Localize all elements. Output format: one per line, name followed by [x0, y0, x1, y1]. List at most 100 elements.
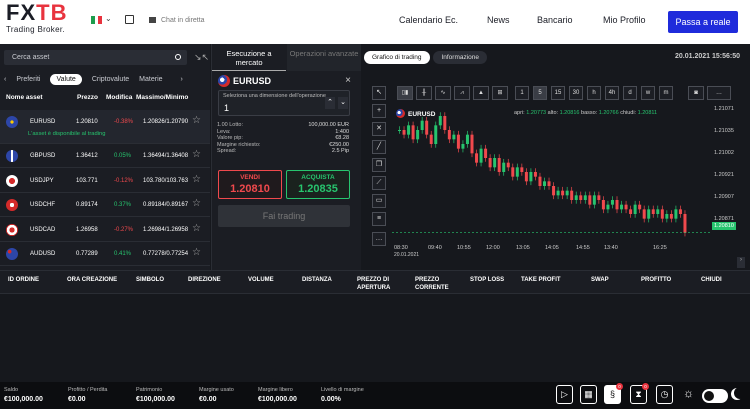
search-input[interactable]: Cerca asset — [4, 50, 187, 65]
history-icon[interactable]: ◷ — [656, 385, 673, 404]
asset-row[interactable]: USDJPY 103.771 -0.12% 103.780/103.763 ☆ — [0, 169, 210, 193]
calculator-icon[interactable]: ▦ — [580, 385, 597, 404]
more-options-icon[interactable]: … — [707, 86, 731, 100]
go-live-button[interactable]: Passa a reale — [668, 11, 738, 33]
italy-flag-icon[interactable] — [91, 16, 103, 24]
logo[interactable]: FXTB Trading Broker. — [6, 2, 86, 42]
bars-icon[interactable]: ╫ — [416, 86, 432, 100]
asset-row[interactable]: USDCHF 0.89174 0.37% 0.89184/0.89167 ☆ — [0, 193, 210, 217]
candle-body — [429, 134, 433, 144]
candle-body — [502, 162, 506, 172]
chevron-down-icon[interactable]: ⌄ — [105, 14, 112, 23]
heikin-icon[interactable]: ⊞ — [492, 86, 508, 100]
asset-price: 1.36412 — [76, 153, 98, 159]
cursor-tool-icon[interactable]: ↖ — [372, 86, 386, 100]
brightness-icon[interactable]: ☼ — [680, 385, 697, 404]
decrease-icon[interactable]: ⌄ — [338, 97, 348, 109]
tab-crypto[interactable]: Criptovalute — [92, 76, 129, 83]
asset-row[interactable]: GBPUSD 1.36412 0.05% 1.36494/1.36408 ☆ — [0, 144, 210, 168]
timeframe-d[interactable]: d — [623, 86, 637, 100]
sell-button[interactable]: VENDI 1.20810 — [218, 170, 282, 199]
asset-high-low: 1.26984/1.26958 — [143, 226, 189, 233]
x-tick-label: 14:55 — [576, 245, 590, 251]
timeframe-1[interactable]: 1 — [515, 86, 529, 100]
copy-icon[interactable]: ❐ — [372, 158, 386, 172]
tab-favorites[interactable]: Preferiti — [16, 76, 40, 83]
area-chart-icon[interactable]: ⩘ — [454, 86, 470, 100]
chart-scroll-icon[interactable]: › — [737, 257, 745, 268]
close-icon[interactable]: × — [345, 75, 351, 86]
asset-price: 1.20810 — [76, 119, 98, 125]
mountain-icon[interactable]: ▲ — [473, 86, 489, 100]
asset-row[interactable]: EURUSD 1.20810 -0.38% 1.20826/1.20790 ☆ L'ass… — [0, 110, 210, 144]
asset-row[interactable]: USDCAD 1.26958 -0.27% 1.26984/1.26958 ☆ — [0, 218, 210, 242]
more-tools-icon[interactable]: … — [372, 232, 386, 246]
line-tool-icon[interactable]: ⟋ — [372, 176, 386, 190]
line-chart-icon[interactable]: ∿ — [435, 86, 451, 100]
candlestick-chart[interactable] — [392, 102, 712, 242]
trade-button[interactable]: Fai trading — [218, 205, 350, 227]
pending-orders-icon[interactable]: ⧗ 0 — [630, 383, 649, 404]
candle-body — [470, 134, 474, 154]
search-icon[interactable] — [175, 54, 181, 60]
crosshair-tool-icon[interactable]: + — [372, 104, 386, 118]
trade-size-label: Seleziona una dimensione dell'operazione — [223, 93, 326, 99]
play-icon[interactable]: ▷ — [556, 385, 573, 404]
tab-trading-chart[interactable]: Grafico di trading — [364, 51, 430, 64]
buy-button[interactable]: ACQUISTA 1.20835 — [286, 170, 350, 199]
eurusd-flag-icon — [218, 75, 230, 87]
timeframe-w[interactable]: w — [641, 86, 655, 100]
timeframe-m[interactable]: m — [659, 86, 673, 100]
timeframe-15[interactable]: 15 — [551, 86, 565, 100]
asset-row[interactable]: AUDUSD 0.77289 0.41% 0.77278/0.77254 ☆ — [0, 242, 210, 266]
fullscreen-icon[interactable] — [125, 15, 134, 24]
theme-toggle[interactable] — [702, 389, 728, 403]
candle-body — [452, 134, 456, 140]
category-next-icon[interactable]: › — [181, 76, 183, 83]
trade-size-field[interactable]: Seleziona una dimensione dell'operazione… — [218, 90, 350, 116]
positions-icon[interactable]: § 0 — [604, 383, 623, 404]
order-info-value: 2.5 Pip — [331, 148, 349, 154]
nav-profile[interactable]: Mio Profilo — [603, 15, 646, 25]
favorite-star-icon[interactable]: ☆ — [192, 174, 201, 185]
favorite-star-icon[interactable]: ☆ — [192, 149, 201, 160]
timeframe-5[interactable]: 5 — [533, 86, 547, 100]
search-placeholder: Cerca asset — [12, 54, 50, 61]
tab-commodities[interactable]: Materie — [139, 76, 162, 83]
tab-advanced-orders[interactable]: Operazioni avanzate — [287, 44, 361, 71]
candle-body — [484, 148, 488, 158]
menu-icon[interactable]: ≡ — [372, 212, 386, 226]
delete-drawings-icon[interactable]: ✕ — [372, 122, 386, 136]
favorite-star-icon[interactable]: ☆ — [192, 115, 201, 126]
rectangle-tool-icon[interactable]: ▭ — [372, 194, 386, 208]
order-pair-label: EURUSD — [233, 76, 272, 86]
asset-change: 0.05% — [114, 153, 132, 159]
timeframe-4h[interactable]: 4h — [605, 86, 619, 100]
order-pair: EURUSD — [218, 75, 271, 87]
positions-col: PROFITTO — [641, 277, 672, 283]
tab-currencies[interactable]: Valute — [50, 73, 82, 85]
nav-news[interactable]: News — [487, 15, 510, 25]
candles-icon[interactable]: ▯▮ — [397, 86, 413, 100]
candle-body — [407, 125, 411, 135]
chat-link[interactable]: Chat in diretta — [149, 17, 205, 24]
candle-body — [411, 125, 415, 140]
footer-value: €0.00 — [199, 396, 217, 403]
favorite-star-icon[interactable]: ☆ — [192, 198, 201, 209]
collapse-icon[interactable]: ↘↖ — [194, 52, 209, 63]
favorite-star-icon[interactable]: ☆ — [192, 247, 201, 258]
tab-information[interactable]: Informazione — [433, 51, 488, 64]
category-prev-icon[interactable]: ‹ — [4, 76, 6, 83]
tab-market-execution[interactable]: Esecuzione a mercato — [212, 44, 286, 71]
increase-icon[interactable]: ⌃ — [325, 97, 335, 109]
trend-line-icon[interactable]: ╱ — [372, 140, 386, 154]
screenshot-icon[interactable]: ◙ — [688, 86, 704, 100]
nav-calendar[interactable]: Calendario Ec. — [399, 15, 458, 25]
trade-size-value[interactable]: 1 — [224, 103, 229, 113]
timeframe-30[interactable]: 30 — [569, 86, 583, 100]
nav-banking[interactable]: Bancario — [537, 15, 573, 25]
order-info-value: 100,000.00 EUR — [308, 122, 349, 128]
timeframe-h[interactable]: h — [587, 86, 601, 100]
favorite-star-icon[interactable]: ☆ — [192, 223, 201, 234]
footer-label: Patrimonio — [136, 387, 163, 393]
